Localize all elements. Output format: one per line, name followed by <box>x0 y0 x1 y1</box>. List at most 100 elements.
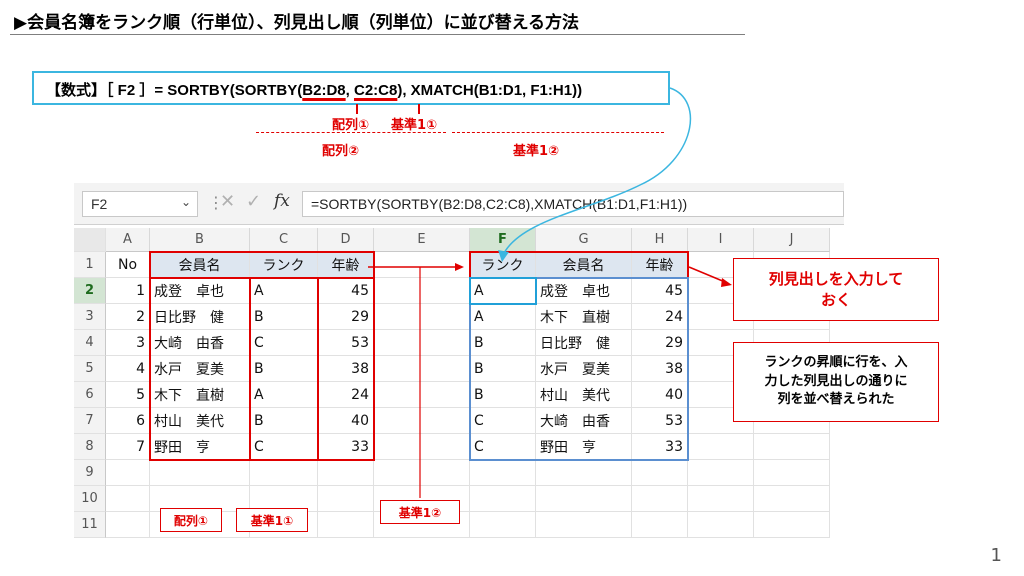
cell-J11[interactable] <box>754 512 830 538</box>
cell-B7[interactable]: 村山 美代 <box>150 408 250 434</box>
cell-B3[interactable]: 日比野 健 <box>150 304 250 330</box>
cell-H9[interactable] <box>632 460 688 486</box>
row-header-3[interactable]: 3 <box>74 304 106 330</box>
cell-G2[interactable]: 成登 卓也 <box>536 278 632 304</box>
cell-E8[interactable] <box>374 434 470 460</box>
cell-C8[interactable]: C <box>250 434 318 460</box>
cell-F7[interactable]: C <box>470 408 536 434</box>
cell-D3[interactable]: 29 <box>318 304 374 330</box>
cell-G5[interactable]: 水戸 夏美 <box>536 356 632 382</box>
cell-H5[interactable]: 38 <box>632 356 688 382</box>
name-box[interactable]: F2 ⌄ <box>82 191 198 217</box>
cell-F6[interactable]: B <box>470 382 536 408</box>
cell-G4[interactable]: 日比野 健 <box>536 330 632 356</box>
cell-E6[interactable] <box>374 382 470 408</box>
row-header-7[interactable]: 7 <box>74 408 106 434</box>
cell-B6[interactable]: 木下 直樹 <box>150 382 250 408</box>
cell-J10[interactable] <box>754 486 830 512</box>
cell-H1[interactable]: 年齢 <box>632 252 688 278</box>
cell-G1[interactable]: 会員名 <box>536 252 632 278</box>
cell-F1[interactable]: ランク <box>470 252 536 278</box>
cell-H2[interactable]: 45 <box>632 278 688 304</box>
column-header-G[interactable]: G <box>536 228 632 252</box>
cell-A7[interactable]: 6 <box>106 408 150 434</box>
column-header-F[interactable]: F <box>470 228 536 252</box>
cell-F11[interactable] <box>470 512 536 538</box>
cell-C5[interactable]: B <box>250 356 318 382</box>
cell-B9[interactable] <box>150 460 250 486</box>
cell-D1[interactable]: 年齢 <box>318 252 374 278</box>
cell-A11[interactable] <box>106 512 150 538</box>
cell-F9[interactable] <box>470 460 536 486</box>
row-header-6[interactable]: 6 <box>74 382 106 408</box>
cell-C9[interactable] <box>250 460 318 486</box>
cell-D10[interactable] <box>318 486 374 512</box>
cell-E7[interactable] <box>374 408 470 434</box>
cell-F8[interactable]: C <box>470 434 536 460</box>
select-all-corner[interactable] <box>74 228 106 252</box>
cancel-icon[interactable]: ✕ <box>220 191 235 212</box>
cell-B8[interactable]: 野田 亨 <box>150 434 250 460</box>
cell-C2[interactable]: A <box>250 278 318 304</box>
cell-D8[interactable]: 33 <box>318 434 374 460</box>
cell-D4[interactable]: 53 <box>318 330 374 356</box>
confirm-icon[interactable]: ✓ <box>246 191 261 212</box>
row-header-9[interactable]: 9 <box>74 460 106 486</box>
cell-E2[interactable] <box>374 278 470 304</box>
cell-E4[interactable] <box>374 330 470 356</box>
cell-A4[interactable]: 3 <box>106 330 150 356</box>
cell-H4[interactable]: 29 <box>632 330 688 356</box>
cell-A9[interactable] <box>106 460 150 486</box>
cell-B5[interactable]: 水戸 夏美 <box>150 356 250 382</box>
cell-A3[interactable]: 2 <box>106 304 150 330</box>
cell-E1[interactable] <box>374 252 470 278</box>
cell-D9[interactable] <box>318 460 374 486</box>
cell-D6[interactable]: 24 <box>318 382 374 408</box>
cell-I9[interactable] <box>688 460 754 486</box>
cell-D11[interactable] <box>318 512 374 538</box>
row-header-5[interactable]: 5 <box>74 356 106 382</box>
cell-B4[interactable]: 大崎 由香 <box>150 330 250 356</box>
row-header-11[interactable]: 11 <box>74 512 106 538</box>
row-header-8[interactable]: 8 <box>74 434 106 460</box>
column-header-I[interactable]: I <box>688 228 754 252</box>
cell-J8[interactable] <box>754 434 830 460</box>
cell-A1[interactable]: No <box>106 252 150 278</box>
cell-I10[interactable] <box>688 486 754 512</box>
cell-E9[interactable] <box>374 460 470 486</box>
row-header-4[interactable]: 4 <box>74 330 106 356</box>
cell-E5[interactable] <box>374 356 470 382</box>
cell-H10[interactable] <box>632 486 688 512</box>
cell-G9[interactable] <box>536 460 632 486</box>
column-header-D[interactable]: D <box>318 228 374 252</box>
cell-A10[interactable] <box>106 486 150 512</box>
cell-A8[interactable]: 7 <box>106 434 150 460</box>
cell-C6[interactable]: A <box>250 382 318 408</box>
cell-H7[interactable]: 53 <box>632 408 688 434</box>
column-header-J[interactable]: J <box>754 228 830 252</box>
column-header-C[interactable]: C <box>250 228 318 252</box>
column-header-H[interactable]: H <box>632 228 688 252</box>
cell-C3[interactable]: B <box>250 304 318 330</box>
cell-H11[interactable] <box>632 512 688 538</box>
cell-D7[interactable]: 40 <box>318 408 374 434</box>
column-header-E[interactable]: E <box>374 228 470 252</box>
cell-F10[interactable] <box>470 486 536 512</box>
cell-H3[interactable]: 24 <box>632 304 688 330</box>
cell-F2[interactable]: A <box>470 278 536 304</box>
formula-input[interactable]: =SORTBY(SORTBY(B2:D8,C2:C8),XMATCH(B1:D1… <box>302 191 844 217</box>
function-icon[interactable]: fx <box>274 191 290 211</box>
cell-A2[interactable]: 1 <box>106 278 150 304</box>
row-header-10[interactable]: 10 <box>74 486 106 512</box>
cell-H6[interactable]: 40 <box>632 382 688 408</box>
cell-F3[interactable]: A <box>470 304 536 330</box>
column-header-A[interactable]: A <box>106 228 150 252</box>
cell-I8[interactable] <box>688 434 754 460</box>
column-header-B[interactable]: B <box>150 228 250 252</box>
cell-G10[interactable] <box>536 486 632 512</box>
cell-C7[interactable]: B <box>250 408 318 434</box>
cell-B1[interactable]: 会員名 <box>150 252 250 278</box>
cell-C4[interactable]: C <box>250 330 318 356</box>
cell-D5[interactable]: 38 <box>318 356 374 382</box>
cell-D2[interactable]: 45 <box>318 278 374 304</box>
